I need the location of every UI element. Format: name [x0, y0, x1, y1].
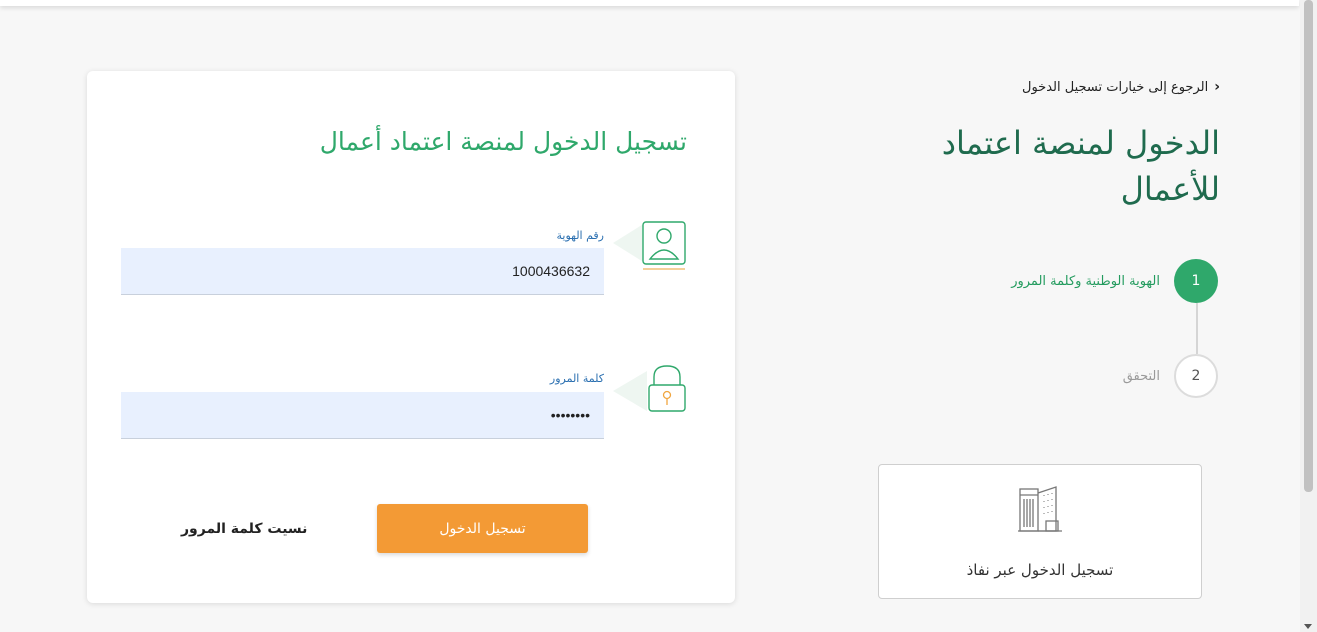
- top-header-bar: [0, 0, 1299, 6]
- step-connector: [1196, 303, 1198, 354]
- step-2-number: 2: [1174, 354, 1218, 398]
- vertical-scrollbar[interactable]: [1300, 0, 1317, 632]
- side-title: الدخول لمنصة اعتماد للأعمال: [941, 124, 1220, 208]
- scroll-down-arrow-icon[interactable]: [1304, 624, 1312, 629]
- scrollbar-thumb[interactable]: [1304, 0, 1313, 492]
- user-icon: [613, 219, 691, 275]
- login-card: تسجيل الدخول لمنصة اعتماد أعمال رقم الهو…: [87, 71, 735, 603]
- step-2-label: التحقق: [1122, 368, 1160, 384]
- step-1-number: 1: [1174, 259, 1218, 303]
- step-1-label: الهوية الوطنية وكلمة المرور: [1011, 273, 1160, 289]
- step-2: 2 التحقق: [1123, 354, 1218, 398]
- login-button[interactable]: تسجيل الدخول: [377, 504, 588, 553]
- id-field-label: رقم الهوية: [556, 229, 604, 242]
- back-link-label: الرجوع إلى خيارات تسجيل الدخول: [1022, 79, 1209, 95]
- step-1: 1 الهوية الوطنية وكلمة المرور: [1011, 259, 1218, 303]
- password-input[interactable]: [121, 392, 604, 439]
- building-icon: [1016, 483, 1064, 539]
- back-to-login-options-link[interactable]: ‹ الرجوع إلى خيارات تسجيل الدخول: [1022, 79, 1220, 95]
- password-field-label: كلمة المرور: [549, 372, 604, 385]
- nafath-login-label: تسجيل الدخول عبر نفاذ: [966, 561, 1114, 579]
- nafath-login-button[interactable]: تسجيل الدخول عبر نفاذ: [878, 464, 1202, 599]
- forgot-password-link[interactable]: نسيت كلمة المرور: [181, 521, 307, 537]
- national-id-input[interactable]: [121, 248, 604, 295]
- login-title: تسجيل الدخول لمنصة اعتماد أعمال: [319, 127, 687, 156]
- chevron-left-icon: ‹: [1214, 79, 1220, 95]
- lock-icon: [613, 363, 691, 421]
